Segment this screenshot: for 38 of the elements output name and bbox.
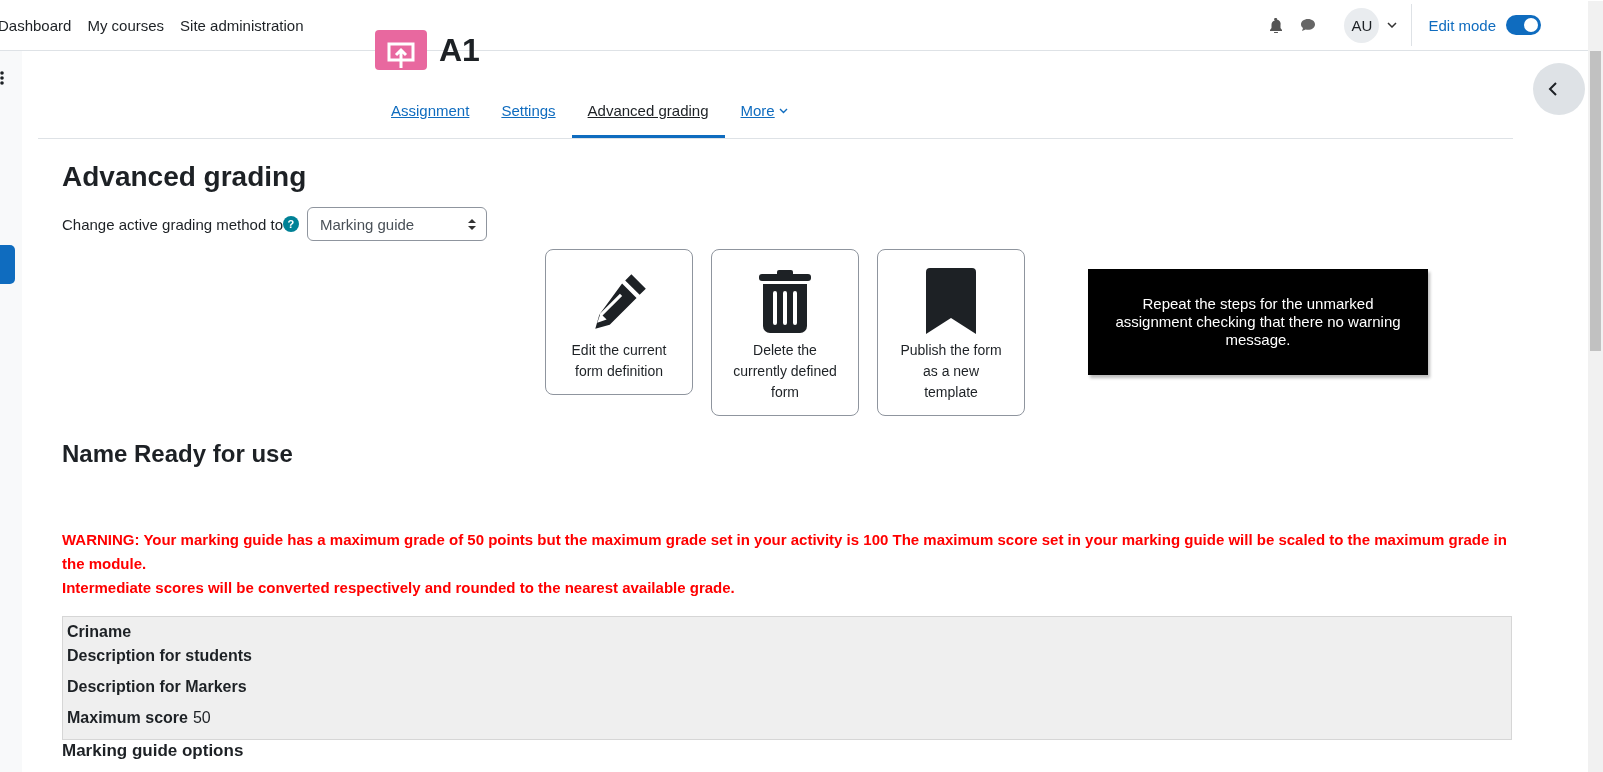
delete-form-button[interactable]: Delete the currently defined form xyxy=(711,249,859,416)
field-label: Description for Markers xyxy=(67,678,247,695)
publish-form-button[interactable]: Publish the form as a new template xyxy=(877,249,1025,416)
more-icon[interactable] xyxy=(0,71,4,85)
field-label: Description for students xyxy=(67,647,252,664)
criterion-name: Criname xyxy=(67,622,133,642)
bell-icon[interactable] xyxy=(1268,17,1285,33)
activity-title: A1 xyxy=(439,34,480,66)
page-title: Advanced grading xyxy=(62,161,308,193)
edit-form-button[interactable]: Edit the current form definition xyxy=(545,249,693,395)
nav-link[interactable]: Dashboard xyxy=(0,16,72,34)
method-label: Change active grading method to xyxy=(62,215,283,233)
options-title: Marking guide options xyxy=(62,741,245,761)
tab[interactable]: More xyxy=(724,89,804,138)
trash-icon xyxy=(757,268,813,334)
chat-icon[interactable] xyxy=(1300,17,1317,33)
help-icon[interactable]: ? xyxy=(283,216,299,232)
caret-icon[interactable] xyxy=(1387,22,1398,28)
tab[interactable]: Assignment xyxy=(375,89,486,138)
bookmark-icon xyxy=(926,268,976,334)
edit-mode-label: Edit mode xyxy=(1428,16,1496,34)
nav-link[interactable]: My courses xyxy=(87,16,165,34)
user-avatar[interactable]: AU xyxy=(1344,7,1380,43)
warning-text: WARNING: Your marking guide has a maximum grade of 50 points but the maximum grade set in your activity is 100 The maximum score set in your marking guide will be scaled to the maximum grade in the module. xyxy=(62,530,1508,574)
field-value: 50 xyxy=(192,709,211,726)
field-label: Maximum score xyxy=(67,709,188,726)
tab[interactable]: Advanced grading xyxy=(571,89,725,138)
caret-icon xyxy=(778,107,788,114)
method-select[interactable]: Marking guide xyxy=(307,207,487,241)
nav-link[interactable]: Site administration xyxy=(180,16,304,34)
instruction-note: Repeat the steps for the unmarked assignment checking that there no warning message. xyxy=(1088,269,1428,375)
warning-text: Intermediate scores will be converted respectively and rounded to the nearest available grade. xyxy=(62,578,736,598)
definition-title: Name Ready for use xyxy=(62,440,294,468)
chevron-left-icon xyxy=(1548,81,1558,97)
tab[interactable]: Settings xyxy=(485,89,572,138)
scrollbar-thumb[interactable] xyxy=(1590,51,1601,351)
edit-mode-switch[interactable] xyxy=(1506,15,1541,35)
sort-icon xyxy=(468,218,476,230)
